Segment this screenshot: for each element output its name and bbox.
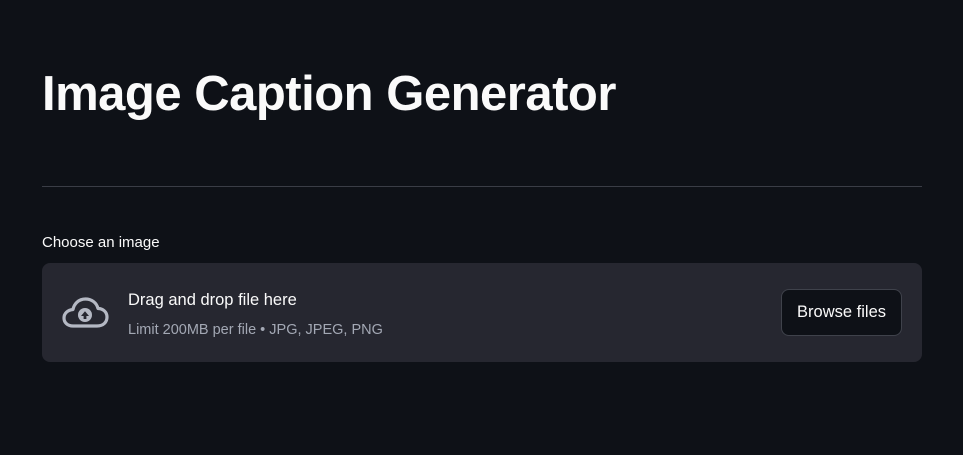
dropzone-file-limits: Limit 200MB per file • JPG, JPEG, PNG bbox=[128, 322, 383, 338]
cloud-upload-icon bbox=[62, 297, 109, 328]
file-uploader-label: Choose an image bbox=[42, 234, 160, 251]
page-title: Image Caption Generator bbox=[42, 67, 616, 121]
dropzone-instruction: Drag and drop file here bbox=[128, 291, 297, 309]
divider bbox=[42, 186, 922, 187]
file-dropzone[interactable]: Drag and drop file here Limit 200MB per … bbox=[42, 263, 922, 362]
browse-files-button[interactable]: Browse files bbox=[781, 289, 902, 336]
